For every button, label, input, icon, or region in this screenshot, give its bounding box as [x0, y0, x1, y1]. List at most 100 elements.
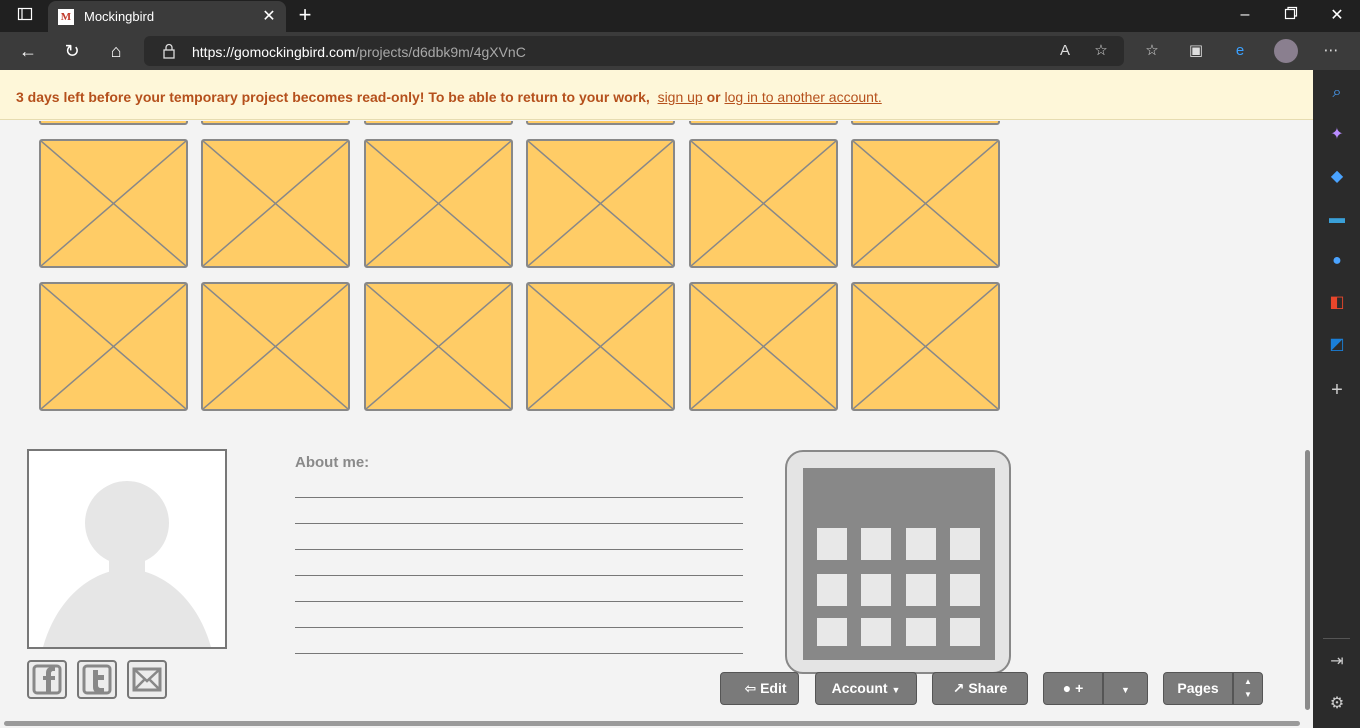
new-tab-icon[interactable]: +	[294, 3, 316, 27]
add-sidebar-app-icon[interactable]: +	[1325, 378, 1349, 402]
restore-icon[interactable]	[1282, 6, 1300, 25]
home-icon[interactable]: ⌂	[104, 40, 128, 62]
profile-avatar-icon[interactable]	[1274, 39, 1298, 63]
refresh-icon[interactable]: ↻	[60, 40, 84, 62]
calendar-icon	[803, 468, 995, 660]
edit-label: Edit	[760, 680, 787, 696]
share-label: Share	[968, 680, 1008, 696]
close-tab-icon[interactable]: ✕	[260, 6, 278, 26]
about-text-line	[295, 627, 743, 628]
image-placeholder[interactable]	[39, 121, 188, 125]
about-text-line	[295, 523, 743, 524]
facebook-icon[interactable]	[27, 660, 67, 699]
hide-sidebar-icon[interactable]: ⇥	[1325, 650, 1349, 674]
banner-message: 3 days left before your temporary projec…	[16, 89, 650, 105]
ie-mode-icon[interactable]: e	[1229, 40, 1251, 62]
image-placeholder[interactable]	[526, 282, 675, 411]
back-arrow-icon: ⇦	[744, 680, 757, 696]
shopping-icon[interactable]: ◆	[1325, 165, 1349, 189]
log-in-link[interactable]: log in to another account.	[725, 89, 882, 105]
chevron-down-icon: ▼	[1121, 685, 1130, 695]
edit-button[interactable]: ⇦ Edit	[720, 672, 799, 705]
settings-gear-icon[interactable]: ⚙	[1325, 692, 1349, 716]
image-placeholder[interactable]	[364, 282, 513, 411]
sign-up-link[interactable]: sign up	[658, 89, 703, 105]
lock-icon[interactable]	[162, 43, 176, 59]
calendar-cell	[861, 618, 891, 646]
person-silhouette-icon	[43, 481, 211, 647]
calendar-cell	[817, 574, 847, 606]
chevron-down-icon[interactable]: ▼	[1234, 688, 1262, 701]
url-path: /projects/d6dbk9m/4gXVnC	[355, 44, 526, 60]
vertical-scrollbar[interactable]	[1303, 120, 1313, 728]
image-placeholder[interactable]	[201, 121, 350, 125]
read-only-warning-banner: 3 days left before your temporary projec…	[0, 70, 1313, 120]
about-text-line	[295, 601, 743, 602]
about-text-line	[295, 575, 743, 576]
image-placeholder[interactable]	[851, 139, 1000, 268]
copilot-icon[interactable]: ✦	[1325, 123, 1349, 147]
horizontal-scrollbar[interactable]	[0, 718, 1303, 728]
comments-dropdown-button[interactable]: ▼	[1103, 672, 1148, 705]
browser-toolbar: ← ↻ ⌂ https://gomockingbird.com/projects…	[0, 32, 1360, 70]
mockingbird-favicon: M	[58, 9, 74, 25]
image-placeholder[interactable]	[689, 121, 838, 125]
edge-sidebar: ⌕ ✦ ◆ ▬ ● ◧ ◩ + ⇥ ⚙	[1313, 70, 1360, 728]
pages-label: Pages	[1177, 680, 1219, 696]
office-icon[interactable]: ◧	[1325, 291, 1349, 315]
image-placeholder[interactable]	[201, 282, 350, 411]
image-placeholder[interactable]	[851, 121, 1000, 125]
address-bar[interactable]: https://gomockingbird.com/projects/d6dbk…	[144, 36, 1124, 66]
calendar-cell	[817, 528, 847, 560]
share-button[interactable]: ↗ Share	[932, 672, 1028, 705]
calendar-cell	[906, 528, 936, 560]
favorites-icon[interactable]: ☆	[1141, 40, 1163, 62]
image-placeholder[interactable]	[689, 282, 838, 411]
image-placeholder[interactable]	[526, 121, 675, 125]
url-text: https://gomockingbird.com/projects/d6dbk…	[192, 44, 526, 60]
image-placeholder[interactable]	[526, 139, 675, 268]
vertical-scroll-thumb[interactable]	[1305, 450, 1310, 710]
back-icon[interactable]: ←	[16, 40, 40, 62]
calendar-cell	[950, 574, 980, 606]
mockup-canvas[interactable]: About me: ⇦ Edit Account ▼ ↗ Share ● + ▼…	[0, 121, 1303, 718]
email-icon[interactable]	[127, 660, 167, 699]
calendar-cell	[950, 528, 980, 560]
pages-stepper[interactable]: ▲ ▼	[1233, 672, 1263, 705]
add-comment-label: +	[1075, 680, 1084, 696]
calendar-cell	[861, 528, 891, 560]
horizontal-scroll-thumb[interactable]	[4, 721, 1300, 726]
chevron-up-icon[interactable]: ▲	[1234, 675, 1262, 688]
image-placeholder[interactable]	[39, 282, 188, 411]
about-text-line	[295, 497, 743, 498]
pages-button[interactable]: Pages	[1163, 672, 1233, 705]
image-placeholder[interactable]	[851, 282, 1000, 411]
tab-actions-icon[interactable]	[16, 6, 34, 24]
games-icon[interactable]: ●	[1325, 249, 1349, 273]
image-placeholder[interactable]	[201, 139, 350, 268]
search-icon[interactable]: ⌕	[1325, 81, 1349, 105]
add-comment-button[interactable]: ● +	[1043, 672, 1103, 705]
outlook-icon[interactable]: ◩	[1325, 333, 1349, 357]
account-button[interactable]: Account ▼	[815, 672, 917, 705]
about-text-line	[295, 549, 743, 550]
image-placeholder[interactable]	[364, 121, 513, 125]
image-placeholder[interactable]	[39, 139, 188, 268]
profile-avatar-placeholder[interactable]	[27, 449, 227, 649]
close-window-icon[interactable]: ✕	[1328, 5, 1346, 25]
calendar-widget[interactable]	[785, 450, 1011, 674]
minimize-icon[interactable]: –	[1236, 6, 1254, 24]
twitter-icon[interactable]	[77, 660, 117, 699]
image-placeholder[interactable]	[364, 139, 513, 268]
read-aloud-icon[interactable]: A	[1054, 40, 1076, 62]
tools-icon[interactable]: ▬	[1325, 207, 1349, 231]
banner-or: or	[706, 89, 721, 105]
active-tab[interactable]: M Mockingbird ✕	[48, 1, 286, 32]
collections-icon[interactable]: ▣	[1185, 40, 1207, 62]
image-placeholder[interactable]	[689, 139, 838, 268]
calendar-cell	[817, 618, 847, 646]
add-favorite-icon[interactable]: ☆	[1090, 40, 1112, 62]
share-icon: ↗	[952, 680, 965, 696]
browser-tab-bar: M Mockingbird ✕ + – ✕	[0, 0, 1360, 32]
more-menu-icon[interactable]: ⋯	[1320, 40, 1342, 62]
